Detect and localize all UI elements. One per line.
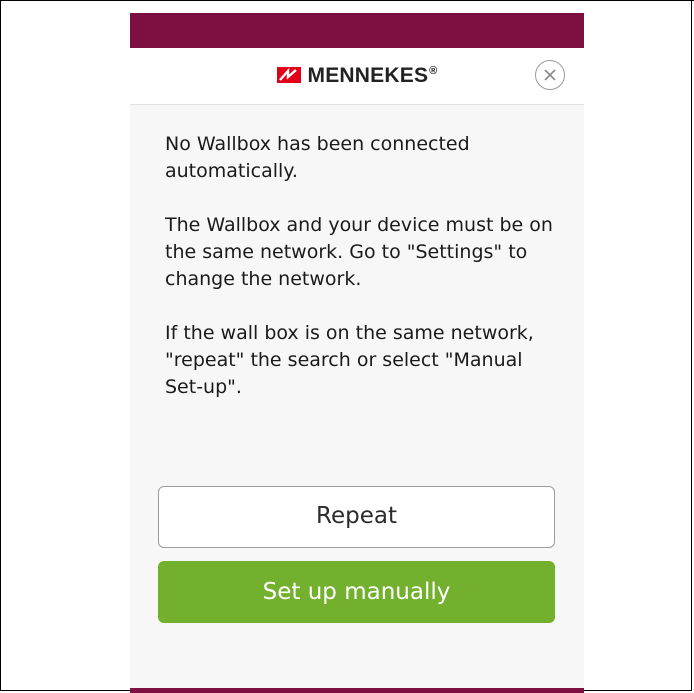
mennekes-logo-icon xyxy=(276,67,301,83)
set-up-manually-button[interactable]: Set up manually xyxy=(158,561,555,623)
repeat-button[interactable]: Repeat xyxy=(158,486,555,548)
registered-mark: ® xyxy=(429,65,438,77)
message-paragraph-2: The Wallbox and your device must be on t… xyxy=(165,214,553,290)
status-bar xyxy=(130,13,584,48)
message-body: No Wallbox has been connected automatica… xyxy=(165,131,555,428)
app-header: MENNEKES® xyxy=(130,48,584,105)
brand-name: MENNEKES xyxy=(307,64,429,87)
app-screen: MENNEKES® No Wallbox has been connected … xyxy=(130,13,584,693)
message-paragraph-3: If the wall box is on the same network, … xyxy=(165,322,534,398)
close-icon xyxy=(544,69,556,81)
close-button[interactable] xyxy=(535,60,565,90)
brand-logo: MENNEKES® xyxy=(130,64,584,88)
bottom-bar xyxy=(130,688,584,693)
message-paragraph-1: No Wallbox has been connected automatica… xyxy=(165,133,470,182)
